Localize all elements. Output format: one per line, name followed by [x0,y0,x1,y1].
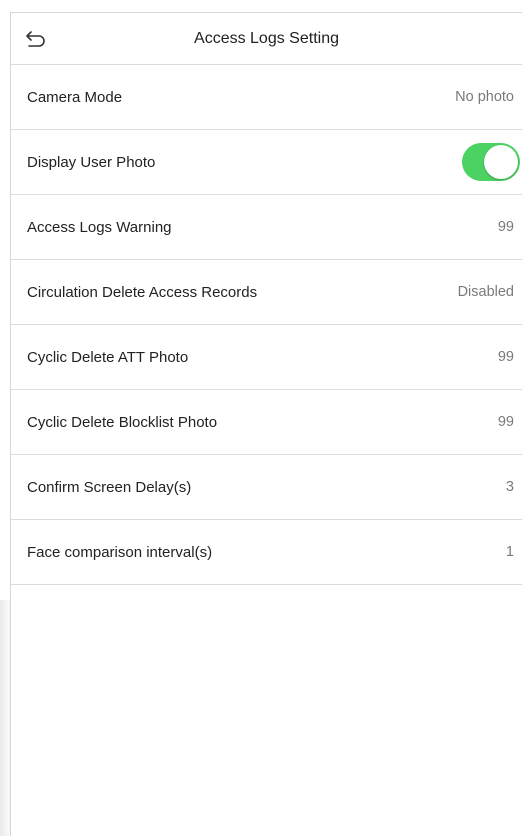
setting-value: 99 [497,349,514,365]
setting-label: Face comparison interval(s) [27,543,213,561]
access-logs-setting-screen: Access Logs Setting Camera Mode No photo… [10,12,522,836]
device-screen-page: Access Logs Setting Camera Mode No photo… [0,0,522,836]
display-user-photo-toggle[interactable] [462,143,520,181]
setting-row-access-logs-warning[interactable]: Access Logs Warning 99 [11,195,522,260]
setting-row-display-user-photo: Display User Photo [11,130,522,195]
setting-label: Display User Photo [27,153,156,171]
setting-value: 99 [497,219,514,235]
setting-row-camera-mode[interactable]: Camera Mode No photo [11,65,522,130]
page-title: Access Logs Setting [194,30,339,47]
setting-row-circulation-delete-access-records[interactable]: Circulation Delete Access Records Disabl… [11,260,522,325]
setting-label: Cyclic Delete Blocklist Photo [27,413,218,431]
setting-row-confirm-screen-delay[interactable]: Confirm Screen Delay(s) 3 [11,455,522,520]
setting-row-cyclic-delete-blocklist-photo[interactable]: Cyclic Delete Blocklist Photo 99 [11,390,522,455]
setting-value: No photo [455,89,514,105]
setting-label: Camera Mode [27,88,123,106]
setting-label: Access Logs Warning [27,218,172,236]
setting-row-face-comparison-interval[interactable]: Face comparison interval(s) 1 [11,520,522,585]
toggle-knob [484,145,518,179]
setting-value: 3 [505,479,514,495]
setting-row-cyclic-delete-att-photo[interactable]: Cyclic Delete ATT Photo 99 [11,325,522,390]
setting-value: 1 [505,544,514,560]
header-bar: Access Logs Setting [11,13,522,65]
setting-label: Confirm Screen Delay(s) [27,478,192,496]
setting-value: 99 [497,414,514,430]
setting-label: Cyclic Delete ATT Photo [27,348,189,366]
setting-label: Circulation Delete Access Records [27,283,258,301]
setting-value: Disabled [457,284,514,300]
